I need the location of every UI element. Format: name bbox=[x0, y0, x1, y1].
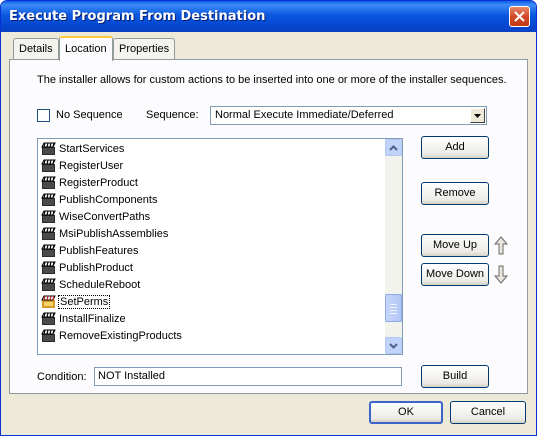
list-item-label: StartServices bbox=[59, 142, 125, 155]
close-button[interactable] bbox=[509, 6, 530, 27]
tab-label: Properties bbox=[119, 43, 170, 55]
list-item-label: PublishProduct bbox=[59, 261, 133, 274]
custom-action-icon bbox=[41, 295, 56, 309]
list-item-label: PublishFeatures bbox=[59, 244, 139, 257]
no-sequence-label: No Sequence bbox=[56, 109, 123, 121]
list-item[interactable]: PublishComponents bbox=[41, 191, 381, 208]
list-item-label: WiseConvertPaths bbox=[59, 210, 151, 223]
cancel-button[interactable]: Cancel bbox=[450, 401, 526, 424]
list-item[interactable]: PublishFeatures bbox=[41, 242, 381, 259]
clapperboard-icon bbox=[41, 176, 56, 190]
arrow-down-icon bbox=[494, 265, 508, 284]
dialog-window: Execute Program From Destination Details… bbox=[0, 0, 537, 436]
list-item-label: ScheduleReboot bbox=[59, 278, 141, 291]
list-item[interactable]: SetPerms bbox=[41, 293, 381, 310]
list-item[interactable]: MsiPublishAssemblies bbox=[41, 225, 381, 242]
list-item-label: InstallFinalize bbox=[59, 312, 126, 325]
clapperboard-icon bbox=[41, 244, 56, 258]
list-item-label: PublishComponents bbox=[59, 193, 158, 206]
scroll-thumb[interactable] bbox=[385, 294, 402, 322]
clapperboard-icon bbox=[41, 159, 56, 173]
list-item[interactable]: PublishProduct bbox=[41, 259, 381, 276]
clapperboard-icon bbox=[41, 210, 56, 224]
list-item-label: MsiPublishAssemblies bbox=[59, 227, 169, 240]
list-item-label: RemoveExistingProducts bbox=[59, 329, 182, 342]
sequence-dropdown[interactable]: Normal Execute Immediate/Deferred bbox=[210, 106, 487, 125]
condition-input[interactable]: NOT Installed bbox=[94, 367, 402, 386]
list-item-label: RegisterUser bbox=[59, 159, 124, 172]
tab-details[interactable]: Details bbox=[13, 38, 59, 60]
list-item[interactable]: StartServices bbox=[41, 140, 381, 157]
list-item[interactable]: RegisterUser bbox=[41, 157, 381, 174]
list-item[interactable]: ScheduleReboot bbox=[41, 276, 381, 293]
title-bar[interactable]: Execute Program From Destination bbox=[1, 1, 536, 32]
window-title: Execute Program From Destination bbox=[9, 9, 266, 24]
tab-label: Details bbox=[19, 43, 53, 55]
clapperboard-icon bbox=[41, 329, 56, 343]
clapperboard-icon bbox=[41, 227, 56, 241]
vertical-scrollbar[interactable] bbox=[385, 139, 402, 354]
list-item-label: SetPerms bbox=[57, 294, 111, 309]
list-item[interactable]: RegisterProduct bbox=[41, 174, 381, 191]
remove-button[interactable]: Remove bbox=[421, 182, 489, 205]
clapperboard-icon bbox=[41, 278, 56, 292]
clapperboard-icon bbox=[41, 193, 56, 207]
add-button[interactable]: Add bbox=[421, 136, 489, 159]
chevron-down-icon bbox=[474, 113, 481, 118]
tab-label: Location bbox=[65, 43, 107, 55]
clapperboard-icon bbox=[41, 142, 56, 156]
list-item[interactable]: WiseConvertPaths bbox=[41, 208, 381, 225]
sequence-value: Normal Execute Immediate/Deferred bbox=[215, 109, 394, 121]
scroll-down-button[interactable] bbox=[385, 337, 402, 354]
list-item[interactable]: RemoveExistingProducts bbox=[41, 327, 381, 344]
close-icon bbox=[514, 11, 525, 22]
scroll-up-button[interactable] bbox=[385, 139, 402, 156]
ok-button[interactable]: OK bbox=[369, 401, 443, 424]
condition-value: NOT Installed bbox=[98, 370, 166, 382]
no-sequence-checkbox[interactable] bbox=[37, 109, 50, 122]
list-item[interactable]: InstallFinalize bbox=[41, 310, 381, 327]
tab-location[interactable]: Location bbox=[59, 36, 113, 61]
chevron-up-icon bbox=[389, 144, 398, 151]
condition-label: Condition: bbox=[37, 371, 87, 383]
move-down-button[interactable]: Move Down bbox=[421, 263, 489, 286]
sequence-actions-list[interactable]: StartServices RegisterUser RegisterProduct… bbox=[37, 138, 403, 355]
sequence-label: Sequence: bbox=[146, 109, 199, 121]
build-button[interactable]: Build bbox=[421, 365, 489, 388]
list-item-label: RegisterProduct bbox=[59, 176, 138, 189]
chevron-down-icon bbox=[389, 342, 398, 349]
move-up-button[interactable]: Move Up bbox=[421, 234, 489, 257]
tab-properties[interactable]: Properties bbox=[113, 38, 176, 60]
intro-text: The installer allows for custom actions … bbox=[37, 74, 507, 86]
clapperboard-icon bbox=[41, 312, 56, 326]
clapperboard-icon bbox=[41, 261, 56, 275]
arrow-up-icon bbox=[494, 236, 508, 255]
dropdown-arrow-button[interactable] bbox=[470, 108, 485, 123]
